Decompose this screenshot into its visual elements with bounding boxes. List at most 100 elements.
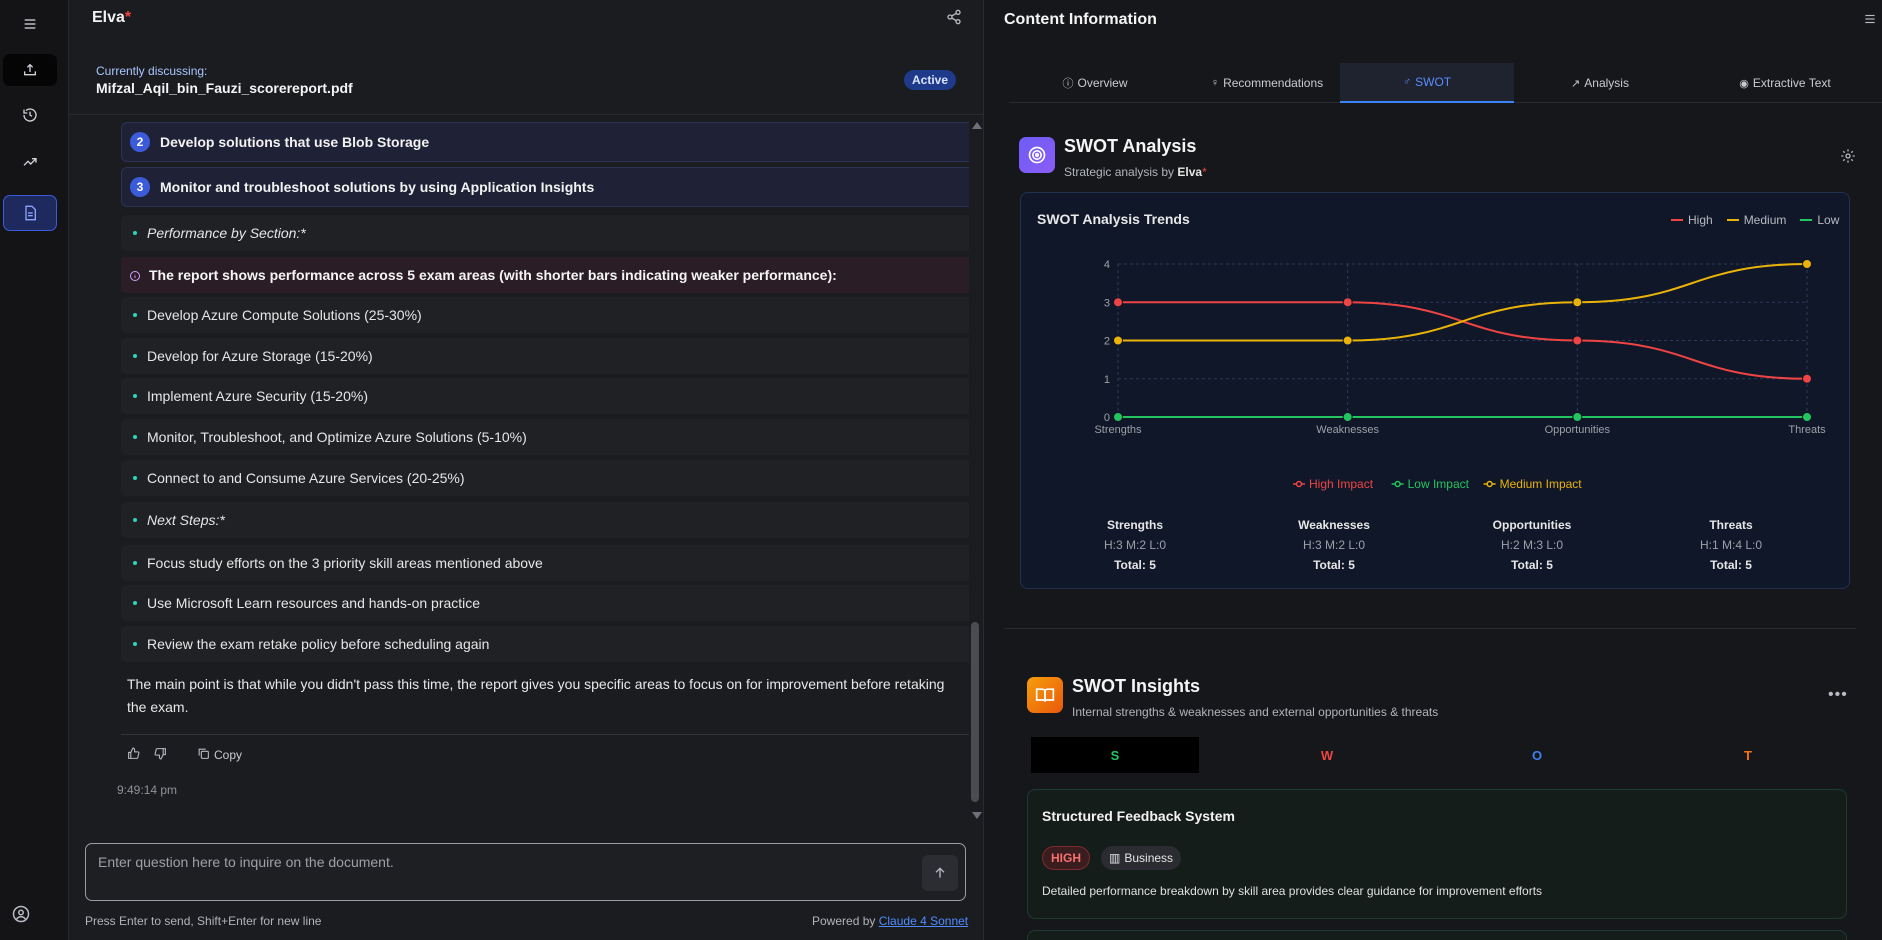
tab-swot[interactable]: ♂ SWOT	[1340, 63, 1514, 103]
legend-marker	[1394, 480, 1401, 488]
data-point-medium	[1802, 259, 1812, 269]
info-icon	[129, 269, 141, 281]
insights-subtitle: Internal strengths & weaknesses and exte…	[1072, 705, 1439, 719]
list-item: Performance by Section:*	[121, 215, 969, 251]
scroll-down-arrow[interactable]	[972, 812, 982, 819]
number-badge: 2	[130, 132, 150, 152]
scrollbar[interactable]	[969, 122, 982, 820]
list-item: Monitor, Troubleshoot, and Optimize Azur…	[121, 419, 969, 455]
tab-extractive-text[interactable]: ◉ Extractive Text	[1686, 63, 1882, 103]
document-filename: Mifzal_Aqil_bin_Fauzi_scorereport.pdf	[96, 80, 353, 96]
y-tick-label: 2	[1104, 336, 1110, 348]
lightbulb-icon: ♀	[1210, 77, 1220, 89]
chat-panel: Elva* Currently discussing: Mifzal_Aqil_…	[69, 0, 983, 940]
tab-strengths[interactable]: S	[1031, 737, 1199, 773]
divider	[1004, 628, 1856, 629]
info-icon: ⓘ	[1062, 78, 1074, 90]
panel-menu-icon[interactable]	[1863, 12, 1877, 26]
list-item: 3 Monitor and troubleshoot solutions by …	[121, 167, 969, 207]
tab-opportunities[interactable]: O	[1453, 737, 1621, 773]
list-item: Develop Azure Compute Solutions (25-30%)	[121, 297, 969, 333]
chat-header: Elva* Currently discussing: Mifzal_Aqil_…	[69, 0, 983, 115]
gear-icon[interactable]	[1840, 148, 1856, 164]
bullet-icon	[133, 313, 137, 317]
list-item: Use Microsoft Learn resources and hands-…	[121, 585, 969, 621]
arrow-up-icon	[935, 867, 945, 878]
building-icon: ▥	[1109, 851, 1121, 865]
scroll-up-arrow[interactable]	[972, 122, 982, 129]
section-heading: Performance by Section:*	[147, 225, 306, 241]
content-tabs: ⓘ Overview ♀ Recommendations ♂ SWOT ↗ Analys…	[1009, 63, 1882, 103]
tab-overview[interactable]: ⓘ Overview	[1009, 63, 1181, 103]
message-list: 2 Develop solutions that use Blob Storag…	[69, 115, 969, 825]
summary-opportunities: Opportunities H:2 M:3 L:0 Total: 5	[1492, 518, 1572, 572]
list-item-text: Implement Azure Security (15-20%)	[147, 388, 368, 404]
section-heading: Next Steps:*	[147, 512, 225, 528]
tab-recommendations[interactable]: ♀ Recommendations	[1181, 63, 1353, 103]
history-icon[interactable]	[3, 99, 57, 131]
summary-strengths: Strengths H:3 M:2 L:0 Total: 5	[1103, 518, 1167, 572]
summary-paragraph: The main point is that while you didn't …	[127, 676, 945, 715]
data-point-low	[1572, 412, 1583, 422]
x-tick-label: Strengths	[1094, 424, 1142, 436]
y-tick-label: 0	[1104, 412, 1110, 424]
insight-card[interactable]: Structured Feedback System HIGH ▥ Busines…	[1027, 789, 1847, 919]
swot-trend-card: SWOT Analysis Trends High Medium Low 012…	[1020, 192, 1850, 589]
book-icon	[1027, 677, 1063, 713]
bullet-icon	[133, 642, 137, 646]
list-item: Connect to and Consume Azure Services (2…	[121, 460, 969, 496]
list-item: Next Steps:*	[121, 502, 969, 538]
data-point-high	[1113, 297, 1123, 308]
copy-button[interactable]: Copy	[197, 747, 242, 763]
x-tick-label: Weaknesses	[1316, 424, 1379, 436]
target-icon	[1019, 137, 1055, 173]
swot-subtitle: Strategic analysis by Elva*	[1064, 165, 1207, 179]
powered-by: Powered by Claude 4 Sonnet	[812, 914, 969, 928]
list-item: Implement Azure Security (15-20%)	[121, 378, 969, 414]
number-badge: 3	[130, 177, 150, 197]
thumbs-down-icon[interactable]	[154, 747, 167, 763]
icon-rail	[0, 0, 69, 940]
y-tick-label: 1	[1104, 374, 1110, 386]
data-point-medium	[1113, 335, 1123, 346]
list-item: Develop for Azure Storage (15-20%)	[121, 338, 969, 374]
list-item-text: Develop solutions that use Blob Storage	[160, 134, 430, 150]
keyboard-hint: Press Enter to send, Shift+Enter for new…	[85, 914, 322, 928]
upload-icon[interactable]	[3, 54, 57, 86]
list-item-text: Connect to and Consume Azure Services (2…	[147, 470, 465, 486]
insight-card[interactable]	[1027, 930, 1847, 940]
trending-icon: ↗	[1571, 77, 1581, 90]
list-item-text: Monitor, Troubleshoot, and Optimize Azur…	[147, 429, 527, 445]
trending-icon[interactable]	[3, 146, 57, 178]
legend-label: Low Impact	[1408, 477, 1470, 491]
data-point-low	[1113, 412, 1123, 422]
bullet-icon	[133, 231, 137, 235]
tab-threats[interactable]: T	[1664, 737, 1832, 773]
insight-title: Structured Feedback System	[1042, 808, 1235, 824]
discussing-label: Currently discussing:	[96, 64, 208, 78]
more-options-icon[interactable]: •••	[1828, 686, 1848, 704]
question-input[interactable]	[98, 854, 898, 890]
send-button[interactable]	[922, 855, 958, 891]
tab-weaknesses[interactable]: W	[1243, 737, 1411, 773]
swot-icon: ♂	[1402, 76, 1412, 88]
insight-description: Detailed performance breakdown by skill …	[1042, 884, 1543, 898]
thumbs-up-icon[interactable]	[127, 747, 140, 763]
bullet-icon	[133, 354, 137, 358]
x-tick-label: Threats	[1788, 424, 1826, 436]
menu-icon[interactable]	[3, 8, 57, 40]
document-icon[interactable]	[3, 195, 57, 231]
user-icon[interactable]	[12, 905, 30, 923]
swot-line-chart: 0 1 2 3 4 Strengths Weaknesses Opportunities Thr…	[1094, 259, 1826, 491]
copy-label: Copy	[214, 748, 243, 762]
tab-analysis[interactable]: ↗ Analysis	[1514, 63, 1686, 103]
eye-icon: ◉	[1739, 77, 1749, 90]
scroll-thumb[interactable]	[971, 622, 979, 802]
model-link[interactable]: Claude 4 Sonnet	[879, 914, 968, 928]
bullet-icon	[133, 394, 137, 398]
legend-label: Medium Impact	[1500, 477, 1583, 491]
note-text: The report shows performance across 5 ex…	[149, 267, 837, 283]
share-icon[interactable]	[946, 9, 962, 25]
question-input-box	[85, 843, 966, 901]
content-info-panel: Content Information ⓘ Overview ♀ Recommend…	[983, 0, 1882, 940]
